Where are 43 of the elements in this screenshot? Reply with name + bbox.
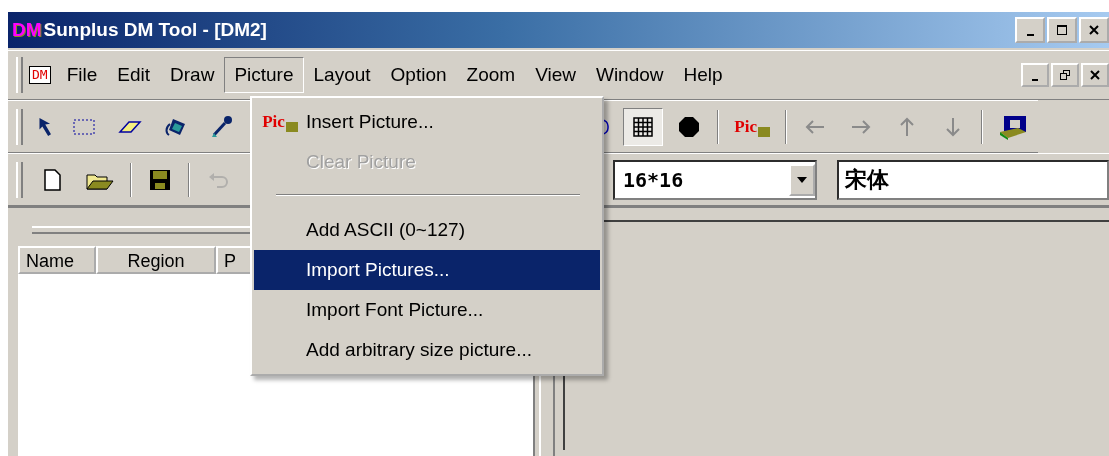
pic-label: Pic — [262, 112, 285, 132]
menu-item[interactable]: Zoom — [456, 57, 526, 93]
menu-item[interactable]: Import Font Picture... — [254, 290, 600, 330]
close-icon — [1088, 24, 1100, 36]
close-button[interactable] — [1079, 17, 1109, 43]
caret-icon — [789, 163, 815, 196]
picture-icon — [758, 126, 770, 137]
close-icon — [1090, 70, 1100, 80]
size-dropdown[interactable]: 16*16 — [613, 159, 817, 200]
menu-item[interactable]: View — [525, 57, 586, 93]
gripper-handle[interactable] — [16, 161, 23, 198]
restore-icon — [1060, 70, 1070, 80]
pic-label: Pic — [734, 116, 757, 137]
arrow-icon — [38, 116, 51, 137]
menu-item[interactable]: Import Pictures... — [254, 250, 600, 290]
menu-item[interactable]: Draw — [160, 57, 225, 93]
column-header[interactable]: Name — [18, 246, 96, 274]
menu-item[interactable]: Add ASCII (0~127) — [254, 210, 600, 250]
maximize-icon — [1056, 24, 1068, 36]
picture-icon — [285, 122, 298, 132]
grid-tool[interactable] — [623, 107, 664, 146]
document-icon[interactable]: DM — [29, 66, 51, 84]
menu-item[interactable]: Option — [380, 57, 457, 93]
image-icon — [998, 113, 1028, 140]
minimize-icon — [1026, 33, 1034, 36]
menu-item[interactable]: Window — [585, 57, 674, 93]
restore-button[interactable] — [1051, 63, 1079, 87]
gripper-handle[interactable] — [16, 57, 23, 93]
menu-item[interactable]: Help — [673, 57, 733, 93]
maximize-button[interactable] — [1047, 17, 1077, 43]
font-field[interactable]: 宋体 — [837, 159, 1109, 200]
window-title: Sunplus DM Tool - [DM2] — [43, 19, 267, 41]
gripper-handle[interactable] — [16, 108, 23, 145]
menu-item[interactable]: Layout — [303, 57, 381, 93]
minimize-icon — [1032, 78, 1038, 81]
menu-item[interactable]: Picture — [224, 57, 304, 93]
menu-item[interactable]: File — [56, 57, 108, 93]
app-logo: DM — [12, 19, 42, 41]
close-button[interactable] — [1081, 63, 1109, 87]
menu-item[interactable]: Pic Insert Picture... — [254, 102, 600, 142]
menu-item[interactable]: Add arbitrary size picture... — [254, 330, 600, 370]
column-header[interactable]: Region — [96, 246, 216, 274]
menu-item[interactable]: Edit — [107, 57, 161, 93]
